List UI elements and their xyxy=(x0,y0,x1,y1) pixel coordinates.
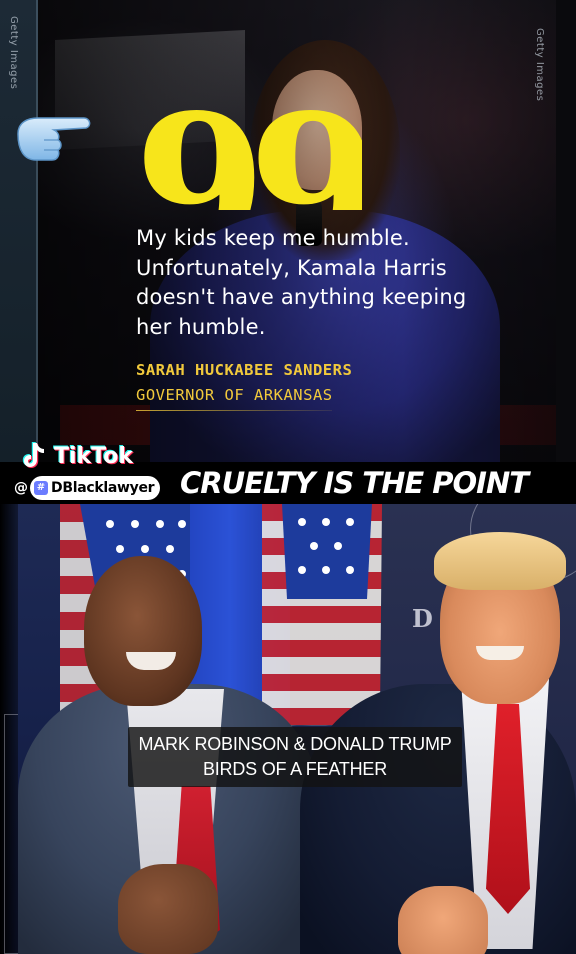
quote-line: her humble. xyxy=(136,314,266,339)
getty-watermark-left: Getty Images xyxy=(8,16,19,90)
seal-letter: D xyxy=(412,604,433,633)
speaker-name: SARAH HUCKABEE SANDERS xyxy=(136,361,353,379)
caption-box: MARK ROBINSON & DONALD TRUMP BIRDS OF A … xyxy=(128,727,462,787)
tiktok-wordmark: TikTok xyxy=(54,443,134,469)
getty-watermark-right: Getty Images xyxy=(534,28,545,102)
tiktok-note-icon xyxy=(22,442,44,468)
left-man-head xyxy=(84,556,202,706)
quote-line: My kids keep me humble. xyxy=(136,226,410,250)
quote-line: doesn't have anything keeping xyxy=(136,285,467,309)
divider-line xyxy=(136,410,332,411)
quote-line: Unfortunately, Kamala Harris xyxy=(136,255,447,280)
caption-line: BIRDS OF A FEATHER xyxy=(202,759,388,779)
speaker-role: GOVERNOR OF ARKANSAS xyxy=(136,386,333,404)
quote-text: My kids keep me humble. Unfortunately, K… xyxy=(136,224,496,342)
left-edge-strip xyxy=(0,0,38,462)
left-man-thumbs-up xyxy=(118,864,218,954)
left-edge-frame xyxy=(4,714,18,954)
tiktok-logo: TikTok xyxy=(18,440,133,472)
top-quote-card: Getty Images Getty Images 99 My kids kee… xyxy=(0,0,576,462)
hashtag-badge-icon: # xyxy=(34,481,48,495)
pointing-right-hand-icon xyxy=(17,117,91,161)
right-man-thumbs-up xyxy=(398,886,488,954)
tiktok-username[interactable]: @ # DBlacklawyer xyxy=(14,476,161,500)
at-sign: @ xyxy=(14,480,28,496)
right-man-smile xyxy=(476,646,524,660)
username-pill[interactable]: # DBlacklawyer xyxy=(30,476,161,500)
caption-line: MARK ROBINSON & DONALD TRUMP xyxy=(138,734,452,754)
right-edge-strip xyxy=(556,0,576,462)
username-text: DBlacklawyer xyxy=(51,480,155,496)
right-man-hair xyxy=(434,532,566,590)
quote-mark-icon: 99 xyxy=(134,90,363,210)
video-title: CRUELTY IS THE POINT xyxy=(180,466,529,500)
